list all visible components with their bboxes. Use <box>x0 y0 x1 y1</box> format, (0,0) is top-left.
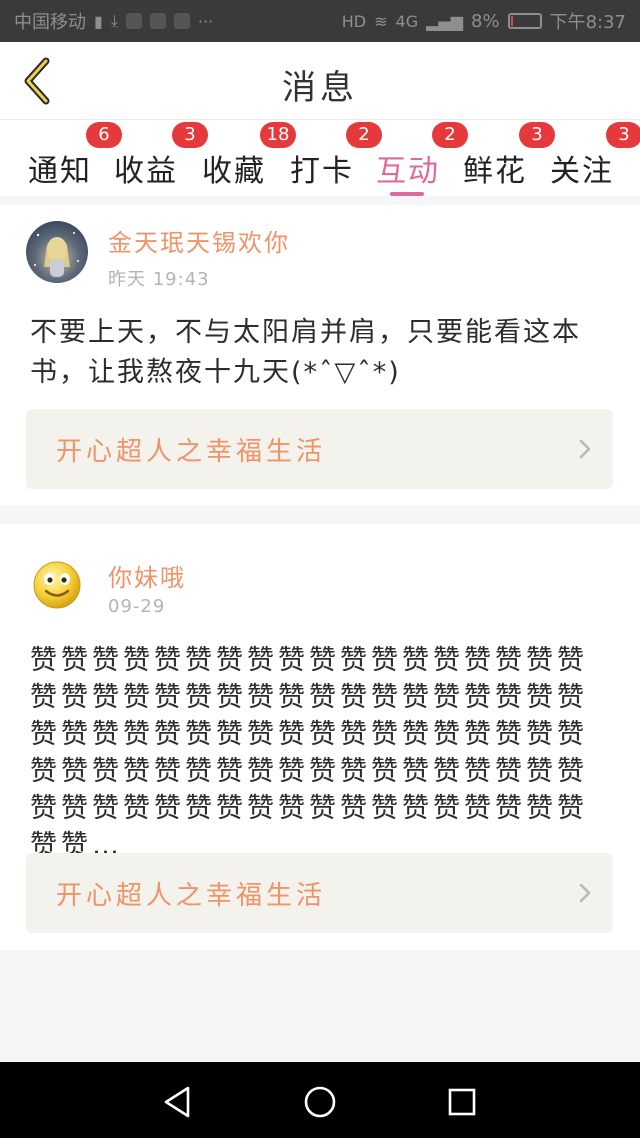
book-link[interactable]: 开心超人之幸福生活 <box>26 409 613 489</box>
tab-bar: 通知 6 收益 3 收藏 18 打卡 2 互动 2 鲜花 3 关注 3 <box>0 120 640 196</box>
active-tab-indicator <box>390 192 424 196</box>
hd-icon: HD <box>341 11 367 31</box>
status-left: 中国移动 ▮ ⤓ ··· <box>14 8 213 34</box>
message-card: 你妹哦 09-29 赞赞赞赞赞赞赞赞赞赞赞赞赞赞赞赞赞赞赞赞赞赞赞赞赞赞赞赞赞赞… <box>0 524 640 950</box>
user-name[interactable]: 你妹哦 <box>108 558 186 593</box>
book-title: 开心超人之幸福生活 <box>56 881 327 911</box>
nav-home-button[interactable] <box>300 1082 340 1122</box>
message-text: 赞赞赞赞赞赞赞赞赞赞赞赞赞赞赞赞赞赞赞赞赞赞赞赞赞赞赞赞赞赞赞赞赞赞赞赞赞赞赞赞… <box>30 645 588 861</box>
network-label: 4G <box>395 11 419 31</box>
post-time: 09-29 <box>108 596 166 617</box>
tab-earnings[interactable]: 收益 3 <box>114 122 208 190</box>
more-icon: ··· <box>197 11 214 31</box>
message-text: 不要上天，不与太阳肩并肩，只要能看这本书，让我熬夜十九天(*ˆ▽ˆ*) <box>30 317 581 388</box>
header: 消息 <box>0 42 640 120</box>
tab-label: 通知 <box>28 154 92 189</box>
app-icon <box>173 13 190 29</box>
circle-home-icon <box>304 1086 336 1118</box>
status-bar: 中国移动 ▮ ⤓ ··· HD ≋ 4G ▂▄▆ 8% 下午8:37 <box>0 0 640 42</box>
status-right: HD ≋ 4G ▂▄▆ 8% 下午8:37 <box>342 8 626 34</box>
tab-notifications[interactable]: 通知 6 <box>28 122 122 190</box>
tab-label: 打卡 <box>290 154 354 189</box>
signal-icon: ▂▄▆ <box>426 11 464 31</box>
tab-label: 关注 <box>550 154 614 189</box>
download-icon: ⤓ <box>110 11 118 30</box>
tab-flowers[interactable]: 鲜花 3 <box>463 122 555 190</box>
avatar-image <box>34 232 79 277</box>
chevron-right-icon <box>579 439 591 459</box>
battery-icon <box>507 13 542 29</box>
system-nav-bar <box>0 1062 640 1138</box>
nav-back-button[interactable] <box>158 1082 198 1122</box>
battery-percent: 8% <box>471 10 500 32</box>
avatar[interactable] <box>26 221 88 283</box>
tab-checkin[interactable]: 打卡 2 <box>290 122 382 190</box>
app-icon <box>149 13 166 29</box>
nav-recents-button[interactable] <box>442 1082 482 1122</box>
tab-label: 收藏 <box>202 154 266 189</box>
triangle-back-icon <box>164 1086 190 1118</box>
tab-label: 互动 <box>376 154 440 189</box>
wifi-icon: ≋ <box>374 11 388 31</box>
page-title: 消息 <box>282 68 358 108</box>
carrier-label: 中国移动 <box>14 12 86 33</box>
sim-icon: ▮ <box>94 11 103 31</box>
post-time: 昨天 19:43 <box>108 269 210 290</box>
tab-favorites[interactable]: 收藏 18 <box>202 122 296 190</box>
message-card: 金天珉天锡欢你 昨天 19:43 不要上天，不与太阳肩并肩，只要能看这本书，让我… <box>0 205 640 505</box>
app-icon <box>125 13 142 29</box>
tab-label: 收益 <box>114 154 178 189</box>
tab-label: 鲜花 <box>463 154 527 189</box>
square-recents-icon <box>448 1088 476 1116</box>
book-title: 开心超人之幸福生活 <box>56 437 327 467</box>
tab-following[interactable]: 关注 3 <box>550 122 640 190</box>
user-name[interactable]: 金天珉天锡欢你 <box>108 223 290 258</box>
clock: 下午8:37 <box>549 12 626 33</box>
book-link[interactable]: 开心超人之幸福生活 <box>26 853 613 933</box>
avatar[interactable] <box>26 554 88 616</box>
smiley-icon <box>33 561 81 609</box>
chevron-right-icon <box>579 883 591 903</box>
tab-interactions[interactable]: 互动 2 <box>376 122 468 196</box>
tab-badge: 3 <box>606 122 640 148</box>
